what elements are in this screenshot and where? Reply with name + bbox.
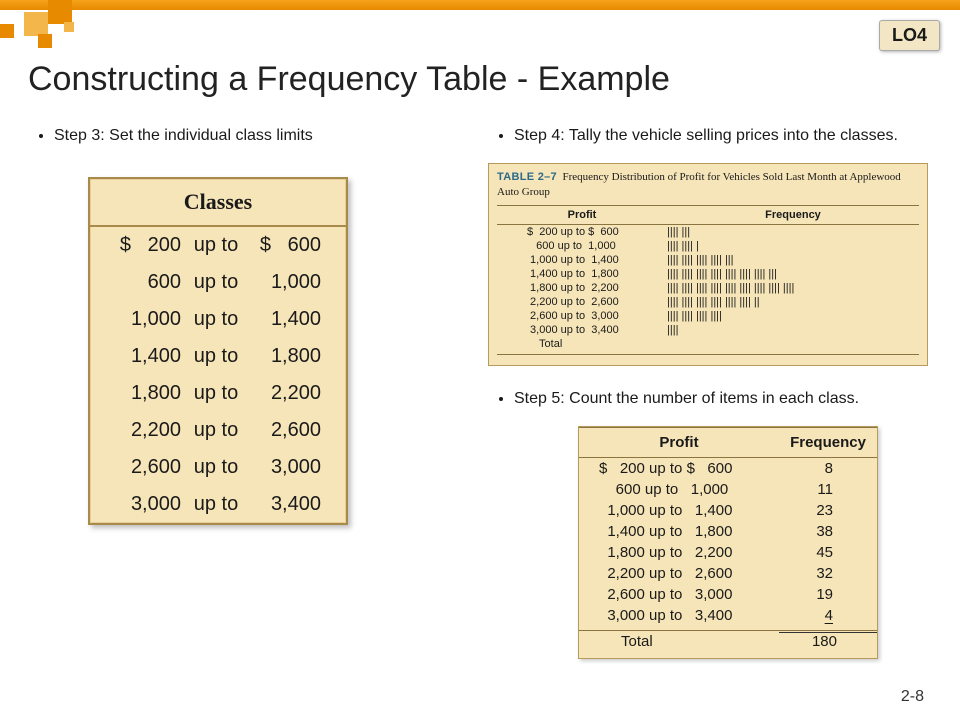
- classes-row: $ 200up to$ 600: [90, 227, 346, 264]
- table27-caption: Frequency Distribution of Profit for Veh…: [497, 171, 901, 197]
- learning-objective-badge: LO4: [879, 20, 940, 51]
- pf-row: 2,600 up to 3,00019: [579, 584, 877, 605]
- pf-row: 2,200 up to 2,60032: [579, 563, 877, 584]
- t27-row: 2,600 up to 3,000|||| |||| |||| ||||: [497, 309, 919, 323]
- t27-row: 600 up to 1,000|||| |||| |: [497, 239, 919, 253]
- t27-row: $ 200 up to $ 600|||| |||: [497, 225, 919, 239]
- classes-header: Classes: [90, 179, 346, 227]
- top-accent-bar: [0, 0, 960, 10]
- t27-row: 3,000 up to 3,400||||: [497, 323, 919, 337]
- t27-col-frequency: Frequency: [667, 209, 919, 221]
- pf-total-value: 180: [779, 632, 877, 650]
- page-number: 2-8: [901, 688, 924, 706]
- classes-row: 1,400up to1,800: [90, 338, 346, 375]
- pf-col-frequency: Frequency: [779, 434, 877, 451]
- profit-frequency-table: Profit Frequency $ 200 up to $ 6008 600 …: [578, 426, 878, 659]
- pf-col-profit: Profit: [579, 434, 779, 451]
- pf-row: 1,400 up to 1,80038: [579, 521, 877, 542]
- classes-row: 600up to1,000: [90, 264, 346, 301]
- classes-row: 2,200up to2,600: [90, 412, 346, 449]
- t27-total: Total: [497, 338, 667, 350]
- pf-row: 3,000 up to 3,4004: [579, 605, 877, 626]
- pf-total-label: Total: [579, 633, 779, 650]
- step5-text: Step 5: Count the number of items in eac…: [514, 388, 928, 410]
- t27-row: 2,200 up to 2,600|||| |||| |||| |||| |||…: [497, 295, 919, 309]
- classes-row: 1,800up to2,200: [90, 375, 346, 412]
- corner-logo: [0, 0, 120, 60]
- table-2-7: TABLE 2–7 Frequency Distribution of Prof…: [488, 163, 928, 366]
- t27-col-profit: Profit: [497, 209, 667, 221]
- classes-row: 2,600up to3,000: [90, 449, 346, 486]
- t27-row: 1,800 up to 2,200|||| |||| |||| |||| |||…: [497, 281, 919, 295]
- step3-text: Step 3: Set the individual class limits: [54, 125, 458, 147]
- table27-label: TABLE 2–7: [497, 171, 557, 183]
- step4-text: Step 4: Tally the vehicle selling prices…: [514, 125, 928, 147]
- pf-row: $ 200 up to $ 6008: [579, 458, 877, 479]
- classes-row: 3,000up to3,400: [90, 486, 346, 523]
- t27-row: 1,000 up to 1,400|||| |||| |||| |||| |||: [497, 253, 919, 267]
- classes-table: Classes $ 200up to$ 600600up to1,0001,00…: [88, 177, 348, 525]
- pf-row: 1,000 up to 1,40023: [579, 500, 877, 521]
- t27-row: 1,400 up to 1,800|||| |||| |||| |||| |||…: [497, 267, 919, 281]
- pf-row: 1,800 up to 2,20045: [579, 542, 877, 563]
- slide-title: Constructing a Frequency Table - Example: [28, 60, 960, 99]
- pf-row: 600 up to 1,00011: [579, 479, 877, 500]
- classes-row: 1,000up to1,400: [90, 301, 346, 338]
